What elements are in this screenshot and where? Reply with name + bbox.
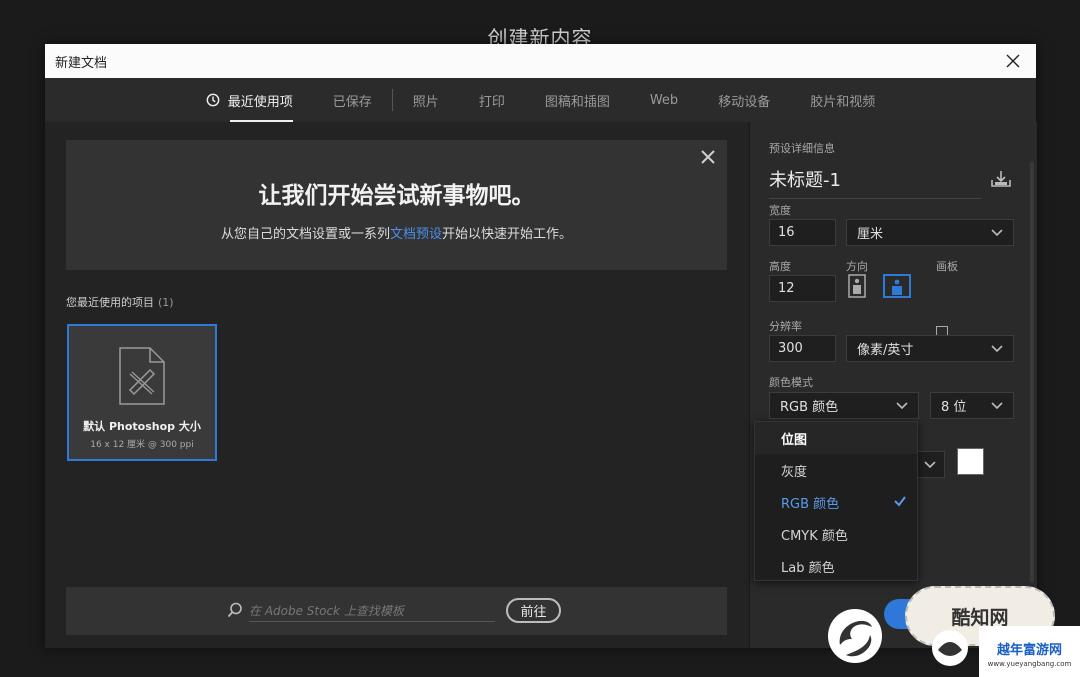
tab-print[interactable]: 打印 bbox=[459, 78, 525, 122]
chevron-down-icon bbox=[991, 401, 1003, 409]
recent-item-dimensions: 16 x 12 厘米 @ 300 ppi bbox=[90, 440, 194, 450]
menu-item-bitmap[interactable]: 位图 bbox=[755, 422, 917, 454]
watermark-swirl-logo bbox=[828, 609, 882, 663]
orientation-label: 方向 bbox=[846, 260, 868, 273]
menu-item-label: RGB 颜色 bbox=[781, 496, 840, 512]
width-unit-value: 厘米 bbox=[857, 227, 884, 242]
tab-film-video[interactable]: 胶片和视频 bbox=[790, 78, 895, 122]
tab-recent[interactable]: 最近使用项 bbox=[186, 78, 313, 122]
color-mode-select[interactable]: RGB 颜色 bbox=[769, 392, 919, 419]
close-window-button[interactable] bbox=[1000, 48, 1026, 74]
close-icon bbox=[1006, 54, 1020, 68]
clock-icon bbox=[206, 93, 220, 107]
tab-label: 已保存 bbox=[332, 94, 372, 110]
menu-item-label: 灰度 bbox=[781, 464, 808, 480]
menu-item-rgb[interactable]: RGB 颜色 bbox=[755, 486, 917, 518]
menu-item-lab[interactable]: Lab 颜色 bbox=[755, 550, 917, 582]
color-mode-label: 颜色模式 bbox=[769, 376, 813, 389]
chevron-down-icon bbox=[991, 344, 1003, 352]
banner-headline: 让我们开始尝试新事物吧。 bbox=[258, 183, 535, 209]
tab-label: 照片 bbox=[412, 94, 439, 110]
recent-item-name: 默认 Photoshop 大小 bbox=[83, 420, 201, 433]
resolution-unit-select[interactable]: 像素/英寸 bbox=[846, 335, 1014, 362]
tab-web[interactable]: Web bbox=[630, 78, 698, 122]
watermark-site-name: 越年富游网 bbox=[996, 643, 1062, 658]
menu-item-label: CMYK 颜色 bbox=[781, 528, 848, 544]
recent-items-label: 您最近使用的项目 (1) bbox=[66, 294, 174, 310]
recent-label-text: 您最近使用的项目 bbox=[66, 296, 154, 309]
tab-saved[interactable]: 已保存 bbox=[313, 78, 392, 122]
close-banner-icon[interactable] bbox=[699, 148, 717, 166]
watermark-site-url: www.yueyangbang.com bbox=[987, 660, 1072, 668]
document-presets-link[interactable]: 文档预设 bbox=[390, 227, 442, 242]
chevron-down-icon bbox=[896, 401, 908, 409]
bit-depth-select[interactable]: 8 位 bbox=[930, 392, 1014, 419]
title-bar: 新建文档 bbox=[45, 44, 1036, 78]
color-mode-value: RGB 颜色 bbox=[780, 400, 839, 415]
width-input[interactable]: 16 bbox=[769, 219, 836, 246]
menu-item-label: Lab 颜色 bbox=[781, 560, 835, 576]
document-name-field[interactable]: 未标题-1 bbox=[769, 166, 981, 199]
menu-item-grayscale[interactable]: 灰度 bbox=[755, 454, 917, 486]
tab-label: 最近使用项 bbox=[227, 94, 293, 110]
welcome-banner: 让我们开始尝试新事物吧。 从您自己的文档设置或一系列文档预设开始以快速开始工作。 bbox=[66, 140, 727, 270]
document-pencil-icon bbox=[119, 347, 165, 405]
chevron-down-icon bbox=[924, 460, 936, 468]
menu-item-label: 位图 bbox=[781, 432, 808, 448]
tab-mobile[interactable]: 移动设备 bbox=[698, 78, 790, 122]
tab-photo[interactable]: 照片 bbox=[393, 78, 459, 122]
search-icon bbox=[227, 602, 242, 618]
height-input[interactable]: 12 bbox=[769, 275, 836, 302]
resolution-label: 分辨率 bbox=[769, 320, 802, 333]
recent-count: (1) bbox=[158, 296, 174, 309]
background-color-swatch[interactable] bbox=[957, 448, 984, 475]
tab-label: 打印 bbox=[478, 94, 505, 110]
window-title: 新建文档 bbox=[55, 55, 108, 71]
checkmark-icon bbox=[894, 496, 906, 507]
stock-search-input[interactable]: 在 Adobe Stock 上查找模板 bbox=[227, 599, 495, 622]
resolution-unit-value: 像素/英寸 bbox=[857, 343, 914, 358]
tab-label: 移动设备 bbox=[718, 94, 771, 110]
height-label: 高度 bbox=[769, 260, 791, 273]
preset-details-label: 预设详细信息 bbox=[769, 142, 835, 155]
watermark-site-logo: 越年富游网 www.yueyangbang.com bbox=[979, 626, 1080, 677]
stock-search-bar: 在 Adobe Stock 上查找模板 前往 bbox=[66, 587, 727, 635]
banner-text: 从您自己的文档设置或一系列文档预设开始以快速开始工作。 bbox=[66, 223, 727, 242]
banner-text-before: 从您自己的文档设置或一系列 bbox=[220, 227, 390, 242]
presets-area: 让我们开始尝试新事物吧。 从您自己的文档设置或一系列文档预设开始以快速开始工作。… bbox=[45, 122, 748, 648]
width-unit-select[interactable]: 厘米 bbox=[846, 219, 1014, 246]
panel-scrollbar[interactable] bbox=[1030, 162, 1034, 582]
menu-item-cmyk[interactable]: CMYK 颜色 bbox=[755, 518, 917, 550]
tab-label: 胶片和视频 bbox=[810, 94, 876, 110]
tab-label: Web bbox=[649, 92, 679, 108]
bit-depth-value: 8 位 bbox=[941, 400, 967, 415]
color-mode-menu: 位图 灰度 RGB 颜色 CMYK 颜色 Lab 颜色 bbox=[754, 421, 918, 581]
save-preset-icon[interactable] bbox=[990, 170, 1012, 188]
portrait-orientation-icon[interactable] bbox=[846, 274, 868, 298]
chevron-down-icon bbox=[991, 228, 1003, 236]
recent-item-card[interactable]: 默认 Photoshop 大小 16 x 12 厘米 @ 300 ppi bbox=[67, 324, 217, 461]
resolution-input[interactable]: 300 bbox=[769, 335, 836, 362]
tab-label: 图稿和插图 bbox=[544, 94, 610, 110]
width-label: 宽度 bbox=[769, 204, 791, 217]
artboard-label: 画板 bbox=[936, 260, 958, 273]
banner-text-after: 开始以快速开始工作。 bbox=[442, 227, 573, 242]
go-button[interactable]: 前往 bbox=[506, 598, 561, 623]
stock-search-placeholder: 在 Adobe Stock 上查找模板 bbox=[249, 603, 404, 618]
watermark-mascot-icon bbox=[932, 630, 968, 666]
tab-art-illustration[interactable]: 图稿和插图 bbox=[525, 78, 630, 122]
category-tabs: 最近使用项 已保存 照片 打印 图稿和插图 Web 移动设备 胶片和视频 bbox=[45, 78, 1036, 123]
landscape-orientation-icon[interactable] bbox=[883, 274, 911, 298]
